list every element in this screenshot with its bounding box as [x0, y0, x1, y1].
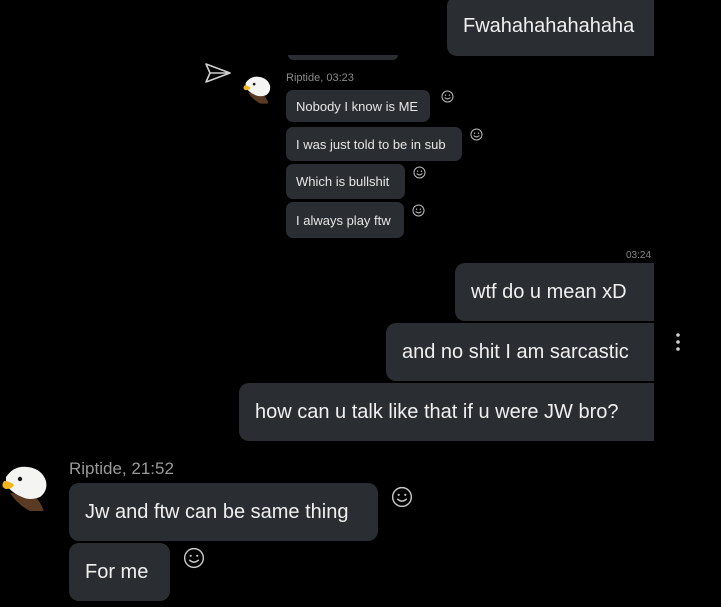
smiley-icon[interactable] [183, 547, 205, 569]
message-timestamp: 03:24 [626, 250, 652, 261]
message-text: and no shit I am sarcastic [402, 340, 629, 363]
message-bubble-outgoing[interactable]: wtf do u mean xD [455, 263, 654, 321]
embedded-message-bubble: I always play ftw [286, 202, 404, 238]
embedded-message-bubble: Which is bullshit [286, 164, 405, 199]
eagle-avatar[interactable] [242, 72, 276, 106]
embedded-message-bubble: I was just told to be in sub [286, 127, 462, 161]
sender-meta: Riptide, 21:52 [69, 459, 174, 478]
eagle-avatar[interactable] [0, 459, 56, 515]
message-text: Which is bullshit [296, 174, 390, 189]
message-bubble-incoming[interactable]: Jw and ftw can be same thing [69, 483, 378, 541]
message-bubble-outgoing[interactable]: and no shit I am sarcastic [386, 323, 654, 381]
embedded-message-bubble: Nobody I know is ME [286, 90, 430, 122]
smiley-icon [413, 166, 426, 179]
message-text: I was just told to be in sub [296, 136, 446, 152]
message-bubble-incoming[interactable]: For me [69, 543, 170, 601]
message-text: I always play ftw [296, 212, 391, 228]
message-text: how can u talk like that if u were JW br… [255, 400, 619, 423]
embedded-sender-meta: Riptide, 03:23 [286, 72, 354, 84]
message-text: Jw and ftw can be same thing [85, 500, 349, 523]
smiley-icon [412, 204, 425, 217]
message-text: For me [85, 560, 149, 583]
more-vertical-icon[interactable] [671, 331, 685, 353]
message-bubble-outgoing[interactable]: how can u talk like that if u were JW br… [239, 383, 654, 441]
message-text: Nobody I know is ME [296, 98, 419, 114]
message-text: Fwahahahahahaha [463, 14, 635, 37]
smiley-icon [441, 90, 454, 103]
smiley-icon[interactable] [391, 486, 413, 508]
embedded-previous-bubble-edge [288, 55, 398, 60]
smiley-icon [470, 128, 483, 141]
message-text: wtf do u mean xD [471, 280, 627, 303]
message-bubble-outgoing[interactable]: Fwahahahahahaha [447, 0, 654, 56]
send-icon [205, 63, 231, 83]
